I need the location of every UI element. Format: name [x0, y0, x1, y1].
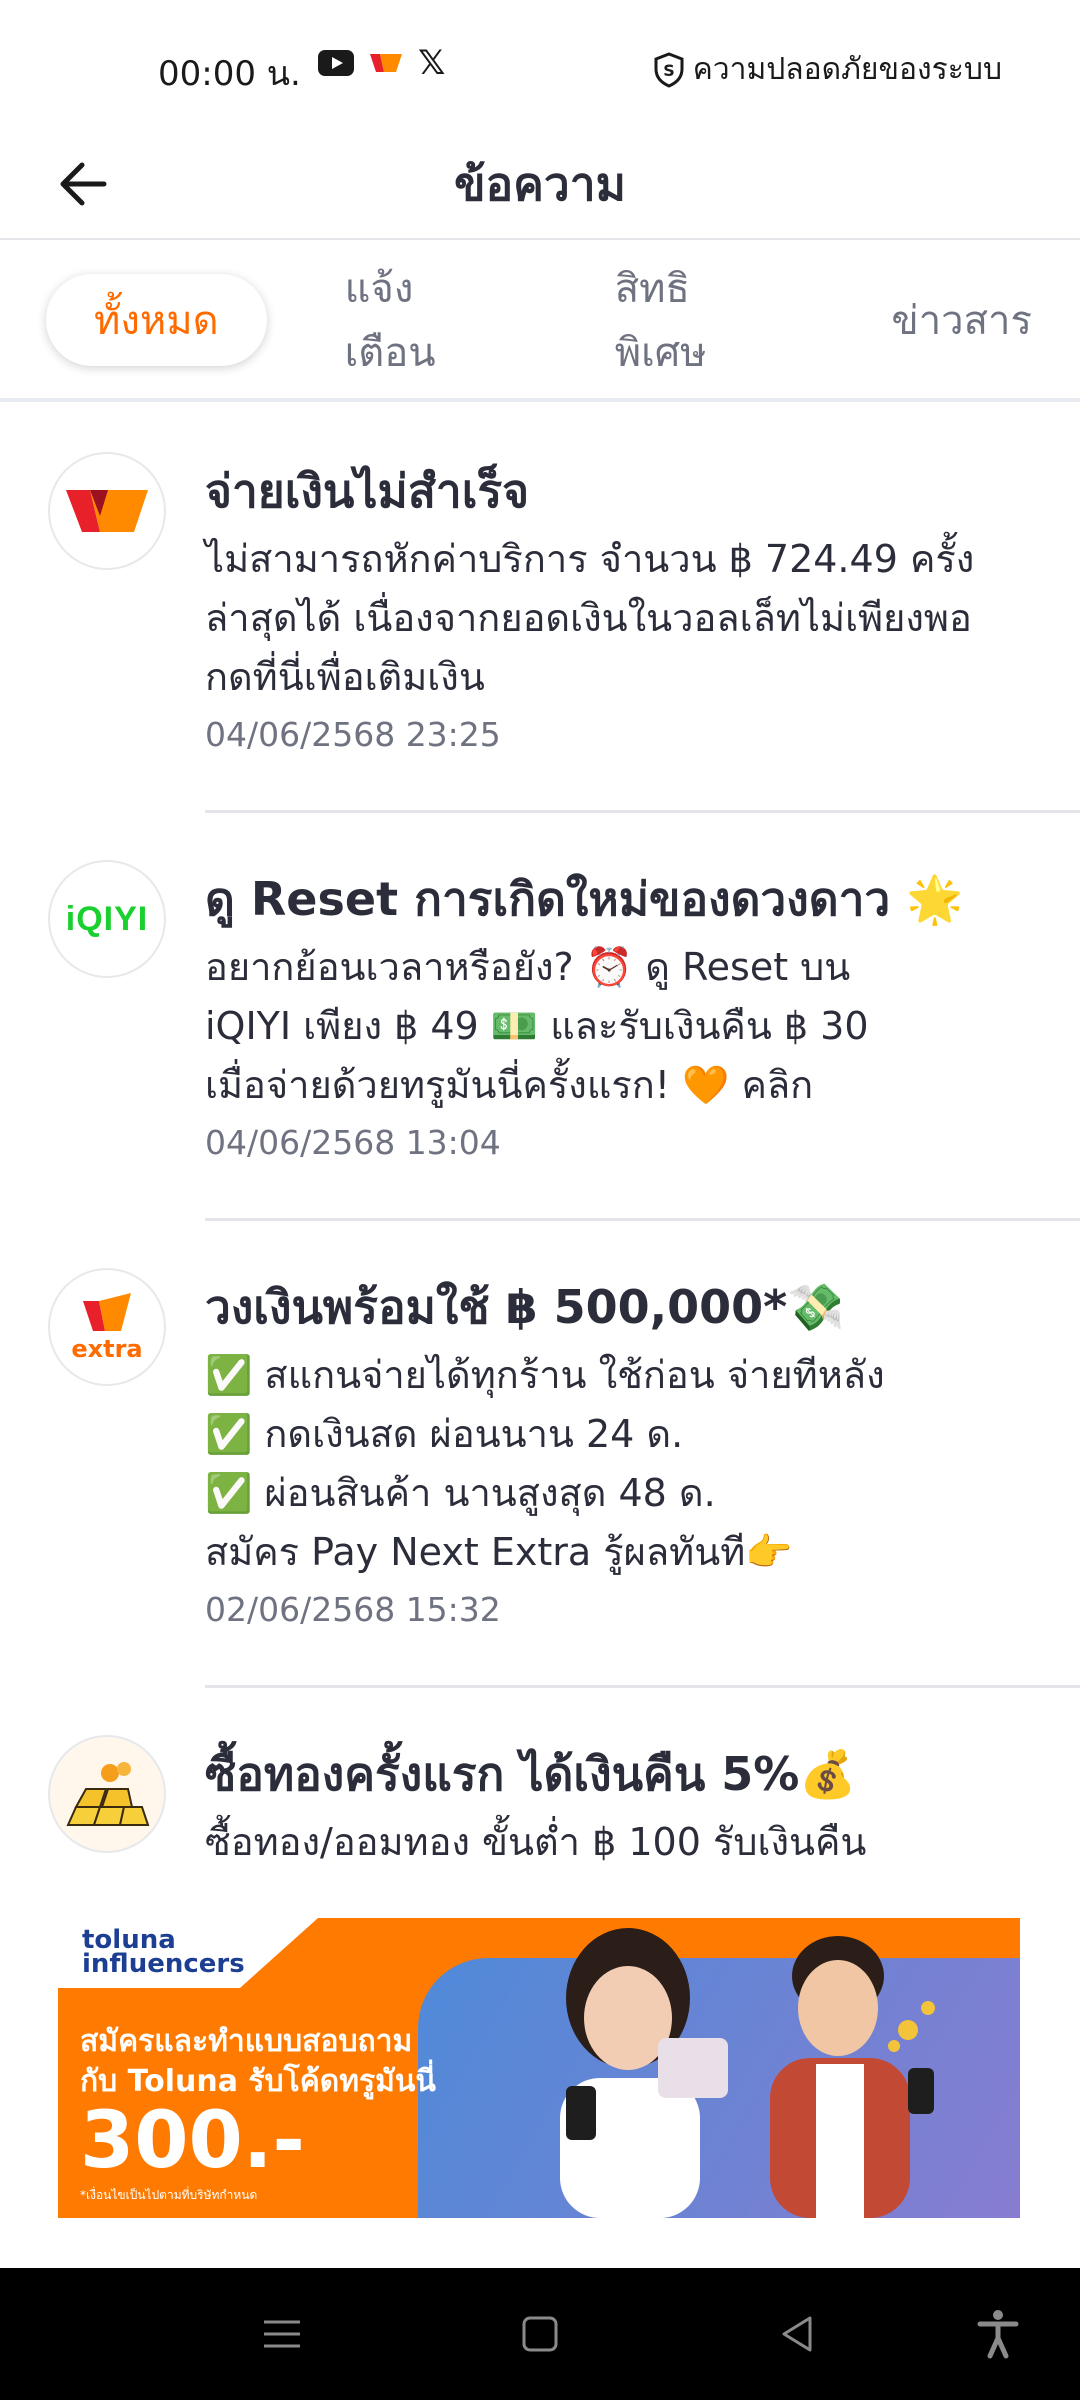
- accessibility-icon[interactable]: [970, 2306, 1026, 2362]
- gold-bars-icon: [48, 1735, 166, 1853]
- truemoney-logo: [48, 452, 166, 570]
- system-nav-bar: [0, 2268, 1080, 2400]
- toluna-logo: toluna influencers: [82, 1927, 245, 1979]
- status-time: 00:00 น.: [158, 54, 301, 94]
- message-date: 04/06/2568 23:25: [205, 715, 501, 754]
- extra-label: extra: [71, 1335, 143, 1363]
- youtube-icon: [318, 50, 354, 76]
- back-triangle-icon[interactable]: [770, 2306, 826, 2362]
- message-date: 04/06/2568 13:04: [205, 1123, 501, 1162]
- paynext-extra-logo: extra: [48, 1268, 166, 1386]
- brand-line2: influencers: [82, 1949, 245, 1979]
- x-icon: 𝕏: [418, 43, 446, 83]
- tab-all[interactable]: ทั้งหมด: [46, 274, 267, 366]
- list-item[interactable]: iQIYI ดู Reset การเกิดใหม่ของดวงดาว 🌟 อย…: [0, 810, 1080, 1218]
- iqiyi-logo: iQIYI: [48, 860, 166, 978]
- status-bar: 00:00 น. 𝕏 S ความปลอดภัยของระบบ: [0, 0, 1080, 130]
- list-item[interactable]: จ่ายเงินไม่สำเร็จ ไม่สามารถหักค่าบริการ …: [0, 402, 1080, 810]
- security-status: S ความปลอดภัยของระบบ: [653, 46, 1002, 93]
- home-square-icon[interactable]: [512, 2306, 568, 2362]
- tab-privileges[interactable]: สิทธิพิเศษ: [567, 266, 814, 376]
- banner-people-illustration: [560, 1928, 935, 2218]
- message-title: ซื้อทองครั้งแรก ได้เงินคืน 5%💰: [205, 1747, 857, 1801]
- message-date: 02/06/2568 15:32: [205, 1590, 501, 1629]
- banner-disclaimer: *เงื่อนไขเป็นไปตามที่บริษัทกำหนด: [80, 2188, 258, 2202]
- paynext-logo-icon: [83, 1293, 131, 1331]
- message-body: อยากย้อนเวลาหรือยัง? ⏰ ดู Reset บน iQIYI…: [205, 945, 869, 1107]
- page-title: ข้อความ: [454, 157, 626, 211]
- promo-banner[interactable]: toluna influencers สมัครและทำแบบสอบถาม ก…: [58, 1918, 1020, 2218]
- gold-bars-svg: [66, 1762, 150, 1826]
- truemoney-icon: [370, 54, 402, 72]
- message-title: จ่ายเงินไม่สำเร็จ: [205, 464, 530, 518]
- list-item[interactable]: ซื้อทองครั้งแรก ได้เงินคืน 5%💰 ซื้อทอง/อ…: [0, 1685, 1080, 1872]
- message-body: ✅ สแกนจ่ายได้ทุกร้าน ใช้ก่อน จ่ายทีหลัง …: [205, 1353, 885, 1574]
- list-item[interactable]: extra วงเงินพร้อมใช้ ฿ 500,000*💸 ✅ สแกนจ…: [0, 1218, 1080, 1685]
- message-body: ซื้อทอง/ออมทอง ขั้นต่ำ ฿ 100 รับเงินคืน: [205, 1820, 867, 1864]
- shield-icon: S: [654, 51, 684, 88]
- status-notification-icons: 𝕏: [318, 43, 446, 83]
- banner-amount: 300.-: [80, 2096, 305, 2186]
- tab-bar: ทั้งหมด แจ้งเตือน สิทธิพิเศษ ข่าวสาร: [0, 240, 1080, 400]
- tab-notifications[interactable]: แจ้งเตือน: [297, 266, 537, 376]
- message-body: ไม่สามารถหักค่าบริการ จำนวน ฿ 724.49 ครั…: [205, 537, 975, 699]
- truemoney-logo-icon: [66, 490, 148, 532]
- iqiyi-logo-text: iQIYI: [65, 899, 149, 938]
- app-header: ข้อความ: [0, 130, 1080, 240]
- tab-news[interactable]: ข่าวสาร: [843, 274, 1080, 366]
- message-list[interactable]: จ่ายเงินไม่สำเร็จ ไม่สามารถหักค่าบริการ …: [0, 402, 1080, 1872]
- svg-text:S: S: [663, 61, 675, 80]
- message-title: ดู Reset การเกิดใหม่ของดวงดาว 🌟: [205, 872, 964, 926]
- security-label: ความปลอดภัยของระบบ: [692, 52, 1002, 87]
- menu-icon[interactable]: [254, 2306, 310, 2362]
- message-title: วงเงินพร้อมใช้ ฿ 500,000*💸: [205, 1280, 845, 1334]
